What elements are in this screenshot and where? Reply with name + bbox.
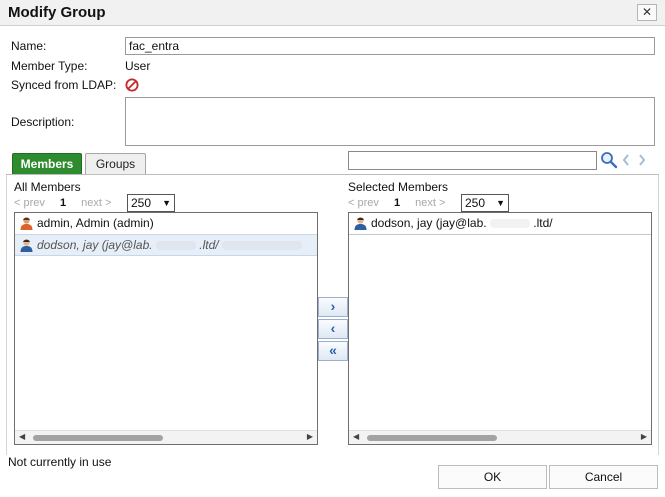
next-page-link[interactable]: next > — [415, 197, 445, 209]
search-icon[interactable] — [600, 151, 618, 169]
list-item[interactable]: admin, Admin (admin) — [15, 213, 317, 235]
scroll-left-icon[interactable]: ◀ — [353, 432, 359, 441]
all-members-pager: < prev 1 next > — [14, 197, 111, 209]
usage-status: Not currently in use — [8, 455, 112, 469]
close-icon: ✕ — [641, 5, 653, 19]
prev-page-link[interactable]: < prev — [14, 197, 45, 209]
redacted-text — [155, 241, 196, 251]
remove-all-members-button[interactable]: « — [318, 341, 348, 361]
double-chevron-left-icon: « — [329, 342, 337, 358]
member-type-value: User — [125, 59, 151, 73]
selected-members-list[interactable]: dodson, jay (jay@lab. .ltd/ ) ◀ ▶ — [348, 212, 652, 445]
horizontal-scrollbar[interactable]: ◀ ▶ — [349, 430, 651, 444]
cancel-button[interactable]: Cancel — [549, 465, 658, 489]
all-members-page-size-select[interactable]: 250 ▼ — [127, 194, 175, 212]
next-arrow-icon[interactable] — [637, 153, 647, 167]
member-name-tail: .ltd/ — [199, 238, 219, 252]
redacted-text — [221, 241, 302, 251]
horizontal-scrollbar[interactable]: ◀ ▶ — [15, 430, 317, 444]
scroll-left-icon[interactable]: ◀ — [19, 432, 25, 441]
name-input[interactable] — [125, 37, 655, 55]
selected-members-heading: Selected Members — [348, 180, 449, 194]
member-name: dodson, jay (jay@lab. — [371, 216, 487, 230]
scroll-right-icon[interactable]: ▶ — [641, 432, 647, 441]
description-label: Description: — [11, 115, 75, 129]
chevron-down-icon: ▼ — [496, 198, 505, 208]
ok-button[interactable]: OK — [438, 465, 547, 489]
scrollbar-thumb[interactable] — [33, 435, 163, 441]
user-icon — [19, 216, 34, 231]
name-label: Name: — [11, 39, 47, 53]
selected-members-pager: < prev 1 next > — [348, 197, 445, 209]
scroll-right-icon[interactable]: ▶ — [307, 432, 313, 441]
next-page-link[interactable]: next > — [81, 197, 111, 209]
description-field[interactable] — [125, 97, 655, 146]
member-name: dodson, jay (jay@lab. — [37, 238, 153, 252]
tab-members[interactable]: Members — [12, 153, 82, 175]
chevron-right-icon: › — [330, 298, 336, 314]
user-icon — [19, 238, 34, 253]
member-search-input[interactable] — [348, 151, 597, 170]
dialog-title: Modify Group — [8, 4, 106, 21]
tab-groups[interactable]: Groups — [85, 153, 146, 175]
all-members-heading: All Members — [14, 180, 81, 194]
remove-member-button[interactable]: ‹ — [318, 319, 348, 339]
page-size-value: 250 — [131, 196, 152, 210]
list-item[interactable]: dodson, jay (jay@lab. .ltd/ ) — [349, 213, 651, 235]
prev-page-link[interactable]: < prev — [348, 197, 379, 209]
chevron-left-icon: ‹ — [330, 320, 336, 336]
all-members-list[interactable]: admin, Admin (admin) dodson, jay (jay@la… — [14, 212, 318, 445]
add-member-button[interactable]: › — [318, 297, 348, 317]
close-button[interactable]: ✕ — [637, 4, 657, 21]
page-number: 1 — [59, 197, 67, 209]
member-type-label: Member Type: — [11, 59, 88, 73]
prev-arrow-icon[interactable] — [621, 153, 631, 167]
scrollbar-thumb[interactable] — [367, 435, 497, 441]
member-name: admin, Admin (admin) — [37, 216, 154, 230]
dialog-titlebar: Modify Group ✕ — [0, 0, 665, 26]
page-number: 1 — [393, 197, 401, 209]
chevron-down-icon: ▼ — [162, 198, 171, 208]
no-entry-icon — [125, 78, 139, 92]
selected-members-page-size-select[interactable]: 250 ▼ — [461, 194, 509, 212]
list-item[interactable]: dodson, jay (jay@lab. .ltd/ — [15, 234, 317, 256]
page-size-value: 250 — [465, 196, 486, 210]
user-icon — [353, 216, 368, 231]
synced-label: Synced from LDAP: — [11, 78, 117, 92]
member-name-tail: .ltd/ — [533, 216, 553, 230]
redacted-text — [489, 219, 530, 229]
